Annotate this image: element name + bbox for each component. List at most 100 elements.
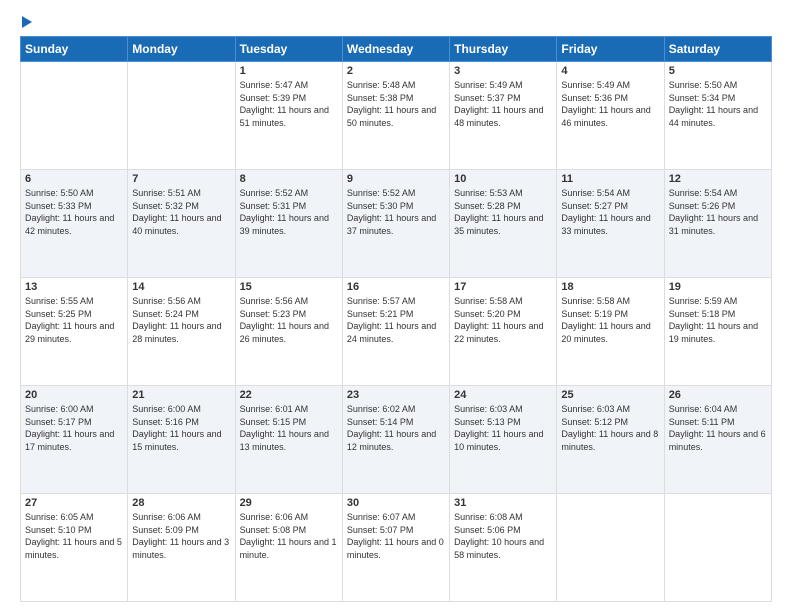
calendar-week-row: 1 Sunrise: 5:47 AM Sunset: 5:39 PM Daylig… [21,62,772,170]
day-number: 19 [669,281,767,293]
calendar-cell: 4Sunrise: 5:49 AM Sunset: 5:36 PM Daylig… [557,62,664,170]
calendar-cell: 27 Sunrise: 6:05 AM Sunset: 5:10 PM Dayli… [21,494,128,602]
day-info: Sunrise: 5:58 AM Sunset: 5:20 PM Dayligh… [454,295,552,345]
day-of-week-header: Thursday [450,37,557,62]
calendar-cell: 31Sunrise: 6:08 AM Sunset: 5:06 PM Dayli… [450,494,557,602]
calendar-week-row: 27 Sunrise: 6:05 AM Sunset: 5:10 PM Dayli… [21,494,772,602]
day-number: 7 [132,173,230,185]
calendar-cell: 11 Sunrise: 5:54 AM Sunset: 5:27 PM Dayli… [557,170,664,278]
day-number: 18 [561,281,659,293]
day-info: Sunrise: 5:55 AM Sunset: 5:25 PM Dayligh… [25,295,123,345]
calendar-cell: 9 Sunrise: 5:52 AM Sunset: 5:30 PM Daylig… [342,170,449,278]
day-info: Sunrise: 6:07 AM Sunset: 5:07 PM Dayligh… [347,511,445,561]
day-info: Sunrise: 5:50 AM Sunset: 5:34 PM Dayligh… [669,79,767,129]
day-number: 21 [132,389,230,401]
day-number: 15 [240,281,338,293]
calendar-week-row: 6 Sunrise: 5:50 AM Sunset: 5:33 PM Daylig… [21,170,772,278]
day-number: 8 [240,173,338,185]
day-number: 29 [240,497,338,509]
calendar-cell: 20Sunrise: 6:00 AM Sunset: 5:17 PM Dayli… [21,386,128,494]
day-of-week-header: Wednesday [342,37,449,62]
calendar-cell: 28Sunrise: 6:06 AM Sunset: 5:09 PM Dayli… [128,494,235,602]
day-number: 28 [132,497,230,509]
day-number: 17 [454,281,552,293]
day-info: Sunrise: 6:08 AM Sunset: 5:06 PM Dayligh… [454,511,552,561]
header [20,18,772,28]
day-info: Sunrise: 6:00 AM Sunset: 5:16 PM Dayligh… [132,403,230,453]
calendar-cell: 8 Sunrise: 5:52 AM Sunset: 5:31 PM Daylig… [235,170,342,278]
day-info: Sunrise: 6:04 AM Sunset: 5:11 PM Dayligh… [669,403,767,453]
calendar-cell: 13Sunrise: 5:55 AM Sunset: 5:25 PM Dayli… [21,278,128,386]
calendar-cell: 18Sunrise: 5:58 AM Sunset: 5:19 PM Dayli… [557,278,664,386]
day-of-week-header: Tuesday [235,37,342,62]
day-number: 20 [25,389,123,401]
day-number: 27 [25,497,123,509]
page: SundayMondayTuesdayWednesdayThursdayFrid… [0,0,792,612]
calendar-cell: 6 Sunrise: 5:50 AM Sunset: 5:33 PM Daylig… [21,170,128,278]
day-info: Sunrise: 5:48 AM Sunset: 5:38 PM Dayligh… [347,79,445,129]
day-number: 11 [561,173,659,185]
day-number: 12 [669,173,767,185]
day-of-week-header: Friday [557,37,664,62]
day-number: 23 [347,389,445,401]
day-info: Sunrise: 5:57 AM Sunset: 5:21 PM Dayligh… [347,295,445,345]
calendar-cell: 26 Sunrise: 6:04 AM Sunset: 5:11 PM Dayli… [664,386,771,494]
calendar-cell [557,494,664,602]
calendar-cell: 21 Sunrise: 6:00 AM Sunset: 5:16 PM Dayli… [128,386,235,494]
day-number: 6 [25,173,123,185]
day-number: 26 [669,389,767,401]
calendar-cell: 7 Sunrise: 5:51 AM Sunset: 5:32 PM Daylig… [128,170,235,278]
calendar-cell: 23 Sunrise: 6:02 AM Sunset: 5:14 PM Dayli… [342,386,449,494]
calendar-cell: 24 Sunrise: 6:03 AM Sunset: 5:13 PM Dayli… [450,386,557,494]
day-info: Sunrise: 5:52 AM Sunset: 5:30 PM Dayligh… [347,187,445,237]
calendar-cell: 10Sunrise: 5:53 AM Sunset: 5:28 PM Dayli… [450,170,557,278]
day-info: Sunrise: 6:03 AM Sunset: 5:13 PM Dayligh… [454,403,552,453]
calendar-cell: 2Sunrise: 5:48 AM Sunset: 5:38 PM Daylig… [342,62,449,170]
calendar-table: SundayMondayTuesdayWednesdayThursdayFrid… [20,36,772,602]
day-number: 14 [132,281,230,293]
calendar-cell: 25 Sunrise: 6:03 AM Sunset: 5:12 PM Dayli… [557,386,664,494]
calendar-cell: 16 Sunrise: 5:57 AM Sunset: 5:21 PM Dayli… [342,278,449,386]
day-info: Sunrise: 5:49 AM Sunset: 5:36 PM Dayligh… [561,79,659,129]
calendar-cell: 22Sunrise: 6:01 AM Sunset: 5:15 PM Dayli… [235,386,342,494]
day-of-week-header: Monday [128,37,235,62]
day-number: 3 [454,65,552,77]
day-info: Sunrise: 5:56 AM Sunset: 5:23 PM Dayligh… [240,295,338,345]
day-info: Sunrise: 5:52 AM Sunset: 5:31 PM Dayligh… [240,187,338,237]
calendar-cell: 3 Sunrise: 5:49 AM Sunset: 5:37 PM Daylig… [450,62,557,170]
calendar-cell: 19 Sunrise: 5:59 AM Sunset: 5:18 PM Dayli… [664,278,771,386]
calendar-cell: 30 Sunrise: 6:07 AM Sunset: 5:07 PM Dayli… [342,494,449,602]
day-number: 1 [240,65,338,77]
calendar-week-row: 13Sunrise: 5:55 AM Sunset: 5:25 PM Dayli… [21,278,772,386]
calendar-body: 1 Sunrise: 5:47 AM Sunset: 5:39 PM Daylig… [21,62,772,602]
day-number: 9 [347,173,445,185]
calendar-cell: 5 Sunrise: 5:50 AM Sunset: 5:34 PM Daylig… [664,62,771,170]
calendar-header: SundayMondayTuesdayWednesdayThursdayFrid… [21,37,772,62]
day-info: Sunrise: 5:53 AM Sunset: 5:28 PM Dayligh… [454,187,552,237]
calendar-cell [664,494,771,602]
calendar-cell: 17 Sunrise: 5:58 AM Sunset: 5:20 PM Dayli… [450,278,557,386]
calendar-cell: 29 Sunrise: 6:06 AM Sunset: 5:08 PM Dayli… [235,494,342,602]
logo [20,18,32,28]
calendar-week-row: 20Sunrise: 6:00 AM Sunset: 5:17 PM Dayli… [21,386,772,494]
day-info: Sunrise: 5:56 AM Sunset: 5:24 PM Dayligh… [132,295,230,345]
day-info: Sunrise: 5:47 AM Sunset: 5:39 PM Dayligh… [240,79,338,129]
days-of-week-row: SundayMondayTuesdayWednesdayThursdayFrid… [21,37,772,62]
day-number: 16 [347,281,445,293]
day-info: Sunrise: 5:50 AM Sunset: 5:33 PM Dayligh… [25,187,123,237]
day-of-week-header: Sunday [21,37,128,62]
day-info: Sunrise: 6:02 AM Sunset: 5:14 PM Dayligh… [347,403,445,453]
day-number: 5 [669,65,767,77]
calendar-cell: 15 Sunrise: 5:56 AM Sunset: 5:23 PM Dayli… [235,278,342,386]
day-info: Sunrise: 5:51 AM Sunset: 5:32 PM Dayligh… [132,187,230,237]
calendar-cell: 1 Sunrise: 5:47 AM Sunset: 5:39 PM Daylig… [235,62,342,170]
day-info: Sunrise: 6:05 AM Sunset: 5:10 PM Dayligh… [25,511,123,561]
day-info: Sunrise: 5:54 AM Sunset: 5:27 PM Dayligh… [561,187,659,237]
day-number: 30 [347,497,445,509]
day-number: 24 [454,389,552,401]
day-info: Sunrise: 5:59 AM Sunset: 5:18 PM Dayligh… [669,295,767,345]
day-number: 25 [561,389,659,401]
day-info: Sunrise: 6:06 AM Sunset: 5:08 PM Dayligh… [240,511,338,561]
day-info: Sunrise: 5:49 AM Sunset: 5:37 PM Dayligh… [454,79,552,129]
day-info: Sunrise: 6:03 AM Sunset: 5:12 PM Dayligh… [561,403,659,453]
